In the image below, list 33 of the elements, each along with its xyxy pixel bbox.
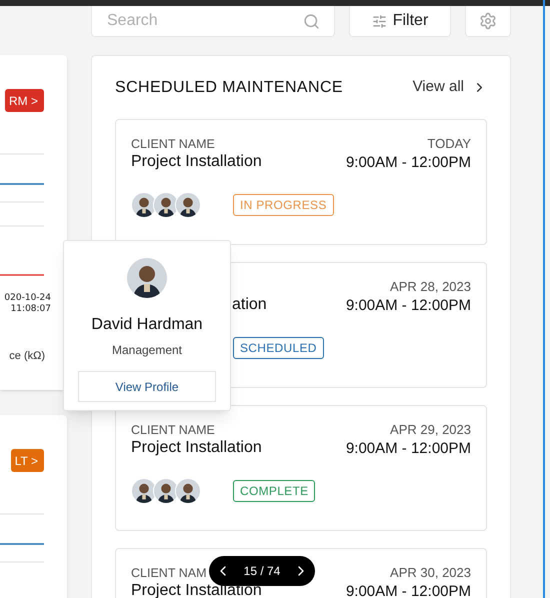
maintenance-card[interactable]: CLIENT NAME Project Installation TODAY 9:00AM - 12:00PM IN PROGRESS — [115, 119, 487, 245]
view-all-link[interactable]: View all — [412, 76, 487, 99]
status-tag: COMPLETE — [233, 480, 316, 502]
status-tag: SCHEDULED — [233, 337, 324, 359]
date-label: APR 29, 2023 — [390, 422, 471, 438]
date-label: TODAY — [427, 136, 471, 152]
status-tag: IN PROGRESS — [233, 194, 334, 216]
client-name: CLIENT NAM — [131, 565, 206, 581]
search-field[interactable]: Search — [91, 6, 335, 37]
axis-tick-label: 020-10-24 — [4, 293, 51, 304]
time-range: 9:00AM - 12:00PM — [346, 296, 471, 316]
axis-tick-label: 11:08:07 — [10, 304, 51, 315]
client-name: CLIENT NAME — [131, 422, 215, 438]
settings-icon — [479, 12, 497, 30]
project-title: Project Installation — [131, 152, 262, 171]
date-label: APR 30, 2023 — [390, 565, 471, 581]
filter-button[interactable]: Filter — [349, 6, 451, 37]
view-profile-button[interactable]: View Profile — [78, 371, 216, 402]
axis-title: ce (kΩ) — [9, 349, 45, 364]
page-counter: 15 / 74 — [244, 563, 280, 580]
time-range: 9:00AM - 12:00PM — [346, 153, 471, 173]
project-title: ation — [232, 295, 267, 314]
project-title: Project Installation — [131, 581, 262, 598]
time-range: 9:00AM - 12:00PM — [346, 582, 471, 598]
maintenance-card[interactable]: CLIENT NAME Project Installation APR 29, 2023 9:00AM - 12:00PM COMPLETE — [115, 405, 487, 531]
project-title: Project Installation — [131, 438, 262, 457]
client-name: CLIENT NAME — [131, 136, 215, 152]
date-label: APR 28, 2023 — [390, 279, 471, 295]
panel-title: SCHEDULED MAINTENANCE — [115, 78, 343, 98]
search-icon — [303, 13, 320, 30]
alarm-button[interactable]: RM > — [4, 89, 44, 112]
filter-icon — [372, 14, 387, 28]
time-range: 9:00AM - 12:00PM — [346, 439, 471, 459]
